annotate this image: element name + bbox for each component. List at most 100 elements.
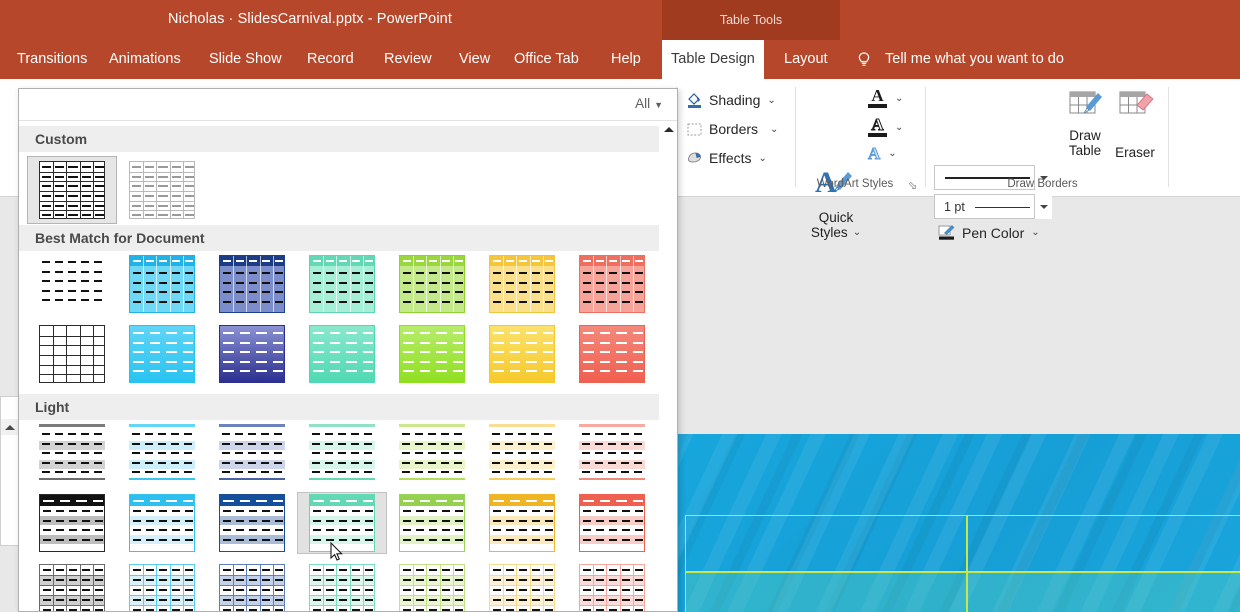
table-style-light-style-2-accent3[interactable]: [297, 492, 387, 554]
thumb-text-dash: [532, 291, 540, 293]
thumb-text-dash: [249, 260, 257, 262]
table-style-light-style-2-accent1[interactable]: [117, 492, 207, 554]
pen-weight-dropdown[interactable]: 1 pt: [934, 194, 1052, 219]
table-style-themed-style-1-accent2[interactable]: [207, 253, 297, 315]
scroll-up-icon[interactable]: [662, 123, 676, 137]
table-style-themed-style-2-accent3[interactable]: [297, 323, 387, 385]
table-style-light-style-3-accent2[interactable]: [207, 562, 297, 612]
tab-slide-show[interactable]: Slide Show: [200, 40, 291, 79]
thumb-text-dash: [519, 609, 527, 611]
table-style-light-style-2-accent2[interactable]: [207, 492, 297, 554]
shading-button[interactable]: Shading ⌄: [686, 87, 776, 113]
table-style-themed-style-1-accent5[interactable]: [477, 253, 567, 315]
table-style-light-style-2-accent5[interactable]: [477, 492, 567, 554]
table-style-light-style-2-accent4[interactable]: [387, 492, 477, 554]
tab-review[interactable]: Review: [375, 40, 441, 79]
chevron-down-icon[interactable]: ⌄: [770, 124, 778, 135]
table-style-light-style-3[interactable]: [27, 562, 117, 612]
table-style-light-style-1-accent6[interactable]: [567, 422, 657, 484]
borders-button[interactable]: Borders ⌄: [686, 116, 778, 142]
table-style-themed-style-2-accent5[interactable]: [477, 323, 567, 385]
table-style-themed-style-1-accent3[interactable]: [297, 253, 387, 315]
thumb-text-dash: [183, 332, 194, 334]
gallery-filter-all[interactable]: All▼: [635, 96, 663, 111]
tab-table-design[interactable]: Table Design: [662, 40, 764, 79]
dialog-launcher-icon[interactable]: ⬂: [908, 179, 917, 192]
table-style-themed-style-2-accent4[interactable]: [387, 323, 477, 385]
chevron-down-icon[interactable]: ⌄: [767, 95, 775, 106]
thumb-text-dash: [146, 301, 154, 303]
thumb-text-dash: [633, 361, 644, 363]
lightbulb-icon: [855, 51, 873, 69]
tab-animations[interactable]: Animations: [100, 40, 190, 79]
tab-office-tab[interactable]: Office Tab: [505, 40, 588, 79]
table-style-themed-style-2-accent6[interactable]: [567, 323, 657, 385]
tab-layout[interactable]: Layout: [775, 40, 837, 79]
slide-table[interactable]: [685, 515, 1240, 612]
scroll-up-icon[interactable]: [1, 419, 18, 435]
table-style-light-style-1-accent2[interactable]: [207, 422, 297, 484]
thumb-text-dash: [531, 433, 539, 435]
table-style-table-grid-plain[interactable]: [27, 323, 117, 385]
gallery-scrollbar[interactable]: [661, 121, 677, 612]
thumb-text-dash: [69, 579, 77, 581]
chevron-down-icon[interactable]: ⌄: [759, 153, 767, 164]
effects-button[interactable]: Effects ⌄: [686, 145, 767, 171]
chevron-down-icon[interactable]: ⌄: [895, 122, 903, 133]
table-style-themed-style-1-accent6[interactable]: [567, 253, 657, 315]
table-style-light-style-3-accent5[interactable]: [477, 562, 567, 612]
thumb-text-dash: [69, 569, 77, 571]
thumb-text-dash: [146, 510, 154, 512]
table-style-light-style-1-accent3[interactable]: [297, 422, 387, 484]
eraser-button[interactable]: Eraser: [1106, 87, 1164, 160]
text-outline-button[interactable]: A ⌄: [868, 117, 903, 137]
table-style-no-style-table-grid[interactable]: [27, 253, 117, 315]
table-style-light-style-1[interactable]: [27, 422, 117, 484]
table-style-light-style-3-accent6[interactable]: [567, 562, 657, 612]
table-style-light-style-1-accent4[interactable]: [387, 422, 477, 484]
thumb-text-dash: [330, 342, 341, 344]
chevron-down-icon[interactable]: ⌄: [1031, 227, 1039, 238]
thumb-text-dash: [429, 569, 437, 571]
table-style-light-style-3-accent1[interactable]: [117, 562, 207, 612]
thumb-text-dash: [172, 166, 181, 168]
chevron-down-icon[interactable]: ⌄: [853, 225, 861, 240]
thumb-text-dash: [158, 176, 167, 178]
thumb-text-dash: [95, 205, 104, 207]
thumb-text-dash: [633, 351, 644, 353]
table-style-themed-style-2-accent1[interactable]: [117, 323, 207, 385]
thumb-text-dash: [403, 500, 414, 502]
thumb-text-dash: [505, 433, 513, 435]
tab-record[interactable]: Record: [298, 40, 363, 79]
thumb-text-dash: [519, 589, 527, 591]
wordart-quick-styles-button[interactable]: A Quick Styles ⌄: [805, 163, 867, 251]
pen-color-button[interactable]: Pen Color ⌄: [938, 224, 1040, 241]
table-style-custom-style-2[interactable]: [117, 156, 207, 224]
table-style-themed-style-2-accent2[interactable]: [207, 323, 297, 385]
thumb-text-dash: [132, 185, 141, 187]
table-style-light-style-2-accent6[interactable]: [567, 492, 657, 554]
table-style-light-style-3-accent4[interactable]: [387, 562, 477, 612]
thumb-text-dash: [442, 272, 450, 274]
tab-transitions[interactable]: Transitions: [8, 40, 96, 79]
tab-view[interactable]: View: [450, 40, 499, 79]
table-style-light-style-1-accent5[interactable]: [477, 422, 567, 484]
chevron-down-icon[interactable]: ⌄: [888, 148, 896, 159]
chevron-down-icon[interactable]: [1034, 194, 1052, 219]
table-styles-gallery[interactable]: All▼ CustomBest Match for DocumentLight: [18, 88, 678, 612]
thumb-text-dash: [428, 433, 436, 435]
table-style-themed-style-1-accent1[interactable]: [117, 253, 207, 315]
text-fill-button[interactable]: A ⌄: [868, 88, 903, 108]
table-style-custom-style-1[interactable]: [27, 156, 117, 224]
tab-help[interactable]: Help: [602, 40, 650, 79]
table-style-themed-style-1-accent4[interactable]: [387, 253, 477, 315]
table-style-light-style-1-accent1[interactable]: [117, 422, 207, 484]
slide-surface[interactable]: Your: [678, 434, 1240, 612]
chevron-down-icon[interactable]: ⌄: [895, 93, 903, 104]
text-effects-button[interactable]: A ⌄: [868, 146, 897, 161]
table-style-light-style-2[interactable]: [27, 492, 117, 554]
thumb-text-dash: [56, 539, 64, 541]
thumb-text-dash: [185, 539, 193, 541]
tell-me-search[interactable]: Tell me what you want to do: [885, 40, 1064, 79]
table-style-light-style-3-accent3[interactable]: [297, 562, 387, 612]
